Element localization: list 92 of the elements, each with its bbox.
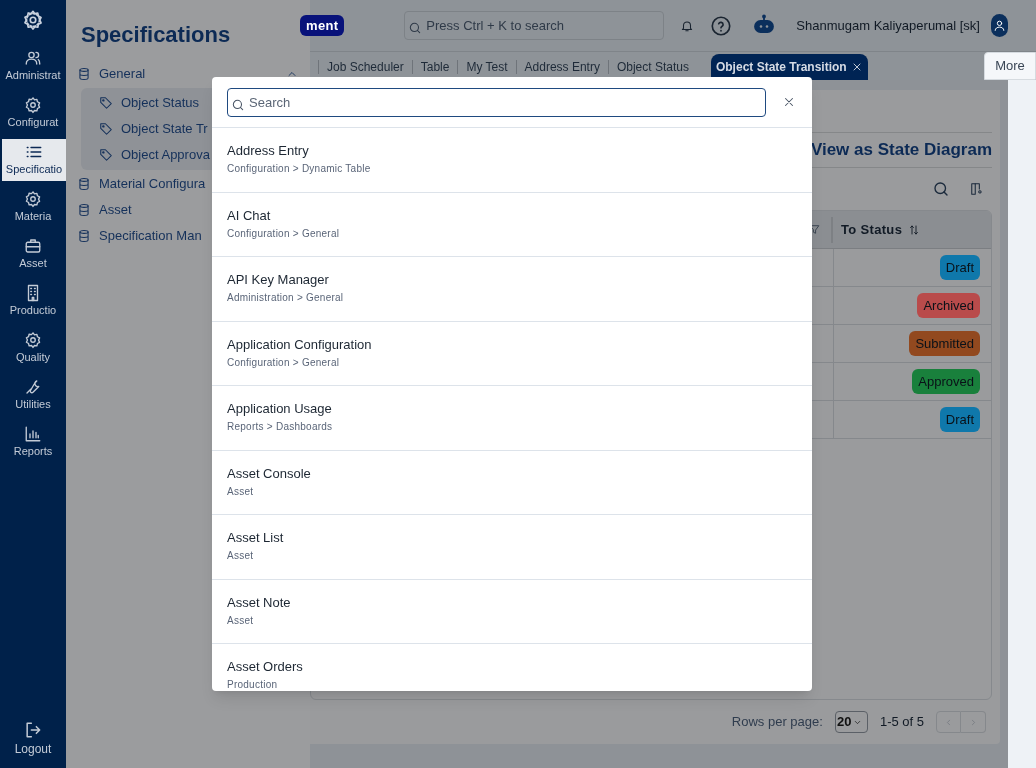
tree-item[interactable]: Object Status [121,93,200,113]
nav-item[interactable]: Configurat [0,92,66,134]
nav-item[interactable]: Utilities [0,374,66,416]
tab[interactable]: Table [411,60,458,74]
tab[interactable]: Address Entry [515,60,608,74]
search-icon [231,97,245,112]
status-tag: Archived [917,292,980,319]
search-icon [408,21,423,35]
nav-item[interactable]: Specificatio [2,139,66,181]
tag-icon [99,148,113,162]
result-title: Application Configuration [227,335,373,354]
rows-per-page-label: Rows per page: [731,713,823,732]
nav-item[interactable]: Materia [0,186,66,228]
status-tag: Approved [912,368,980,395]
logout-icon [23,720,43,740]
status-tag: Draft [939,254,980,281]
database-icon [77,177,91,191]
sort-icon [908,223,921,236]
result-item[interactable]: Asset Note Asset [212,579,812,644]
tab[interactable]: Job Scheduler [318,60,412,74]
close-button[interactable] [782,95,796,109]
database-icon [77,67,91,81]
close-icon [782,95,796,109]
nav-item[interactable]: Productio [0,280,66,322]
tab[interactable]: Object Status [607,60,697,74]
gear-icon [24,330,42,349]
status-tag: Submitted [909,330,980,357]
result-title: Asset Console [227,464,312,483]
search-field[interactable]: Search [227,87,766,117]
tab[interactable]: My Test [457,60,516,74]
tab[interactable]: Object State Transition [710,54,868,80]
briefcase-icon [24,236,42,255]
result-title: Asset List [227,529,285,547]
result-title: Asset Note [227,593,292,612]
logout-button[interactable]: Logout [0,716,66,762]
result-path: Configuration > General [227,226,341,241]
result-item[interactable]: Asset List Asset [212,515,812,580]
result-path: Asset [227,549,255,563]
columns-icon [970,182,984,196]
help-icon [710,14,733,37]
chevron-left-icon [944,717,953,727]
tag-icon [99,122,113,136]
search-icon [932,180,950,198]
result-title: Asset Orders [227,658,304,676]
result-title: API Key Manager [227,271,330,289]
nav-item[interactable]: Administrat [0,45,66,87]
result-path: Asset [227,484,255,499]
nav-item[interactable]: Reports [0,421,66,463]
result-item[interactable]: Application Usage Reports > Dashboards [212,386,812,451]
tree-item[interactable]: Object Approva [121,145,210,165]
page-range: 1-5 of 5 [879,713,924,732]
result-path: Administration > General [227,291,345,305]
result-path: Configuration > Dynamic Table [227,162,372,176]
panel-title: Specifications [80,21,232,49]
gear-icon [24,95,42,114]
nav-item[interactable]: Asset [0,233,66,275]
tree-item[interactable]: Material Configura [99,174,206,194]
tree-item[interactable]: Specification Man [99,226,202,246]
bar-chart-icon [24,424,42,443]
database-icon [77,203,91,217]
result-title: Address Entry [227,142,310,160]
database-icon [77,229,91,243]
tag-icon [99,96,113,110]
state-diagram-link[interactable]: View as State Diagram [810,137,992,163]
more-button[interactable]: More [984,52,1036,80]
result-title: Application Usage [227,400,333,418]
result-item[interactable]: Address Entry Configuration > Dynamic Table [212,128,812,193]
result-item[interactable]: AI Chat Configuration > General [212,192,812,257]
tree-item[interactable]: Object State Tr [121,119,208,139]
result-item[interactable]: Asset Console Asset [212,450,812,515]
global-search-field[interactable]: Press Ctrl + K to search [404,11,665,40]
tree-item[interactable]: Asset [99,200,132,220]
result-title: AI Chat [227,206,272,225]
gear-icon [24,189,42,208]
avatar-icon[interactable] [990,14,1008,37]
result-item[interactable]: API Key Manager Administration > General [212,257,812,322]
bell-icon [680,18,695,33]
page-size-select[interactable]: 20 [834,711,868,733]
result-path: Reports > Dashboards [227,420,334,434]
column-header[interactable]: To Status [831,216,991,243]
result-path: Production [227,678,279,691]
result-path: Configuration > General [227,355,341,370]
person-icon [992,19,1006,32]
user-name: Shanmugam Kaliyaperumal [sk] [796,16,980,35]
result-item[interactable]: Application Configuration Configuration > General [212,321,812,386]
app-title-badge: ment [300,14,345,37]
gear-logo-icon [22,9,44,31]
nav-item[interactable]: Quality [0,327,66,369]
status-tag: Draft [939,406,980,433]
result-item[interactable]: Asset Orders Production [212,644,812,691]
tree-item[interactable]: General [99,64,146,84]
result-path: Asset [227,613,255,628]
